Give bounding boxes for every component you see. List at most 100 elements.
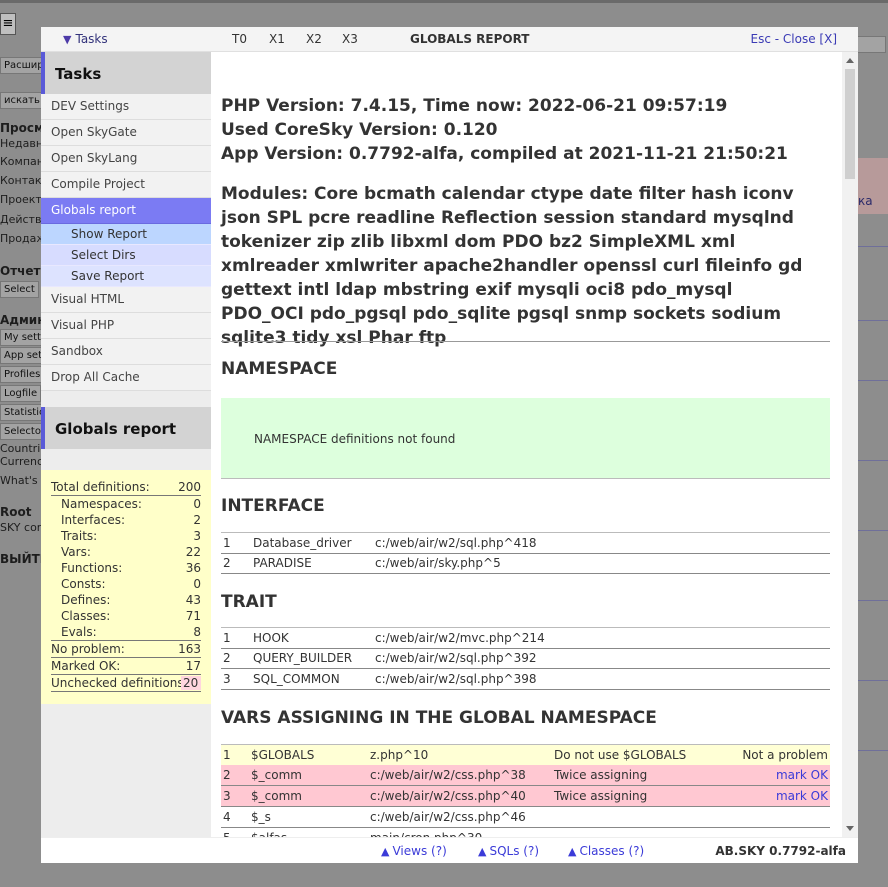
background-menu-item[interactable]: Root [0, 505, 31, 519]
row-number: 3 [223, 672, 231, 686]
background-menu-item[interactable]: Select [0, 281, 39, 298]
row-name: Database_driver [253, 536, 352, 550]
row-file-link[interactable]: c:/web/air/w2/css.php^38 [370, 765, 526, 785]
row-name: PARADISE [253, 556, 312, 570]
row-number: 3 [223, 789, 231, 803]
tasks-toggle[interactable]: ▼ Tasks [63, 27, 108, 52]
table-row: 3 $_comm c:/web/air/w2/css.php^40 Twice ass… [221, 786, 830, 807]
background-menu-item[interactable]: Действ [0, 213, 41, 226]
classes-link-label: Classes (?) [579, 844, 645, 858]
stats-panel: Total definitions: 200 Namespaces: 0 Inter… [41, 470, 211, 704]
row-note: Do not use $GLOBALS [554, 748, 687, 762]
globals-report-heading: Globals report [41, 407, 211, 449]
close-button[interactable]: Esc - Close [X] [751, 27, 837, 52]
row-name: HOOK [253, 631, 289, 645]
sidebar-item-visual-html[interactable]: Visual HTML [41, 287, 211, 313]
row-file-link[interactable]: c:/web/air/w2/css.php^46 [370, 807, 526, 827]
views-link-label: Views (?) [392, 844, 447, 858]
hamburger-icon[interactable]: ≡ [0, 13, 16, 35]
tab-x3[interactable]: X3 [342, 27, 358, 52]
row-name: SQL_COMMON [253, 672, 340, 686]
scrollbar-thumb[interactable] [845, 69, 855, 179]
sqls-link[interactable]: ▲ SQLs (?) [478, 838, 539, 865]
row-status: Not a problem [742, 748, 828, 762]
scroll-up-icon[interactable] [846, 58, 854, 63]
row-file-link[interactable]: c:/web/air/w2/sql.php^398 [375, 669, 537, 689]
background-menu-item[interactable]: Компан [0, 155, 44, 168]
row-file-link[interactable]: c:/web/air/w2/css.php^40 [370, 786, 526, 806]
modules-list: Modules: Core bcmath calendar ctype date… [221, 184, 803, 348]
tab-x1[interactable]: X1 [269, 27, 285, 52]
row-name: QUERY_BUILDER [253, 651, 353, 665]
stat-marked-ok: Marked OK: 17 [51, 659, 201, 675]
table-row: 4 $_s c:/web/air/w2/css.php^46 [221, 807, 830, 828]
row-note: Twice assigning [554, 789, 648, 803]
sidebar-item-drop-all-cache[interactable]: Drop All Cache [41, 365, 211, 391]
table-row: 1 Database_driver c:/web/air/w2/sql.php^41… [221, 532, 830, 554]
row-number: 1 [223, 631, 231, 645]
background-menu-item[interactable]: искать [0, 92, 44, 109]
table-row: 2 PARADISE c:/web/air/sky.php^5 [221, 553, 830, 574]
views-link[interactable]: ▲ Views (?) [381, 838, 447, 865]
sidebar-subitem-select-dirs[interactable]: Select Dirs [41, 245, 211, 266]
row-number: 2 [223, 556, 231, 570]
background-right-link[interactable]: ка [858, 194, 888, 208]
namespace-empty-box: NAMESPACE definitions not found [221, 398, 830, 479]
row-file-link[interactable]: z.php^10 [370, 745, 428, 765]
sidebar-item-open-skygate[interactable]: Open SkyGate [41, 120, 211, 146]
row-file-link[interactable]: c:/web/air/w2/sql.php^392 [375, 648, 537, 668]
row-file-link[interactable]: main/cron.php^30 [370, 828, 482, 837]
row-var-name: $_s [251, 810, 271, 824]
stat-total: Total definitions: 200 [51, 480, 201, 496]
table-row: 5 $alfas main/cron.php^30 [221, 828, 830, 837]
tab-x2[interactable]: X2 [306, 27, 322, 52]
background-menu-item[interactable]: Currenc [0, 455, 43, 468]
row-file-link[interactable]: c:/web/air/w2/mvc.php^214 [375, 628, 545, 648]
classes-link[interactable]: ▲ Classes (?) [568, 838, 644, 865]
interface-heading: INTERFACE [221, 496, 325, 516]
report-content: PHP Version: 7.4.15, Time now: 2022-06-2… [211, 52, 842, 837]
row-file-link[interactable]: c:/web/air/sky.php^5 [375, 553, 501, 573]
sidebar-subitem-show-report[interactable]: Show Report [41, 224, 211, 245]
dialog-footer: ▲ Views (?) ▲ SQLs (?) ▲ Classes (?) AB.SKY… [41, 837, 858, 863]
row-var-name: $_comm [251, 789, 302, 803]
content-scrollbar[interactable] [842, 52, 858, 837]
background-menu-item[interactable]: SKY cor [0, 521, 41, 534]
background-menu-item[interactable]: Profiles [0, 366, 45, 383]
background-menu-item[interactable]: Logfile [0, 385, 42, 402]
row-file-link[interactable]: c:/web/air/w2/sql.php^418 [375, 533, 537, 553]
row-number: 1 [223, 536, 231, 550]
background-top-strip [0, 0, 888, 3]
triangle-up-icon: ▲ [568, 845, 577, 858]
dialog-toolbar: ▼ Tasks T0 X1 X2 X3 GLOBALS REPORT Esc - … [41, 27, 858, 52]
background-menu-item[interactable]: Countrie [0, 442, 47, 455]
triangle-up-icon: ▲ [381, 845, 390, 858]
row-var-name: $GLOBALS [251, 748, 315, 762]
tasks-toggle-label: Tasks [75, 32, 108, 46]
mark-ok-button[interactable]: mark OK [776, 786, 828, 806]
stat-evals: Evals: 8 [51, 625, 201, 641]
trait-heading: TRAIT [221, 592, 277, 612]
scroll-down-icon[interactable] [846, 826, 854, 831]
sidebar-item-dev-settings[interactable]: DEV Settings [41, 94, 211, 120]
triangle-down-icon: ▼ [63, 33, 72, 46]
globals-report-dialog: ▼ Tasks T0 X1 X2 X3 GLOBALS REPORT Esc - … [41, 27, 858, 863]
stat-no-problem: No problem: 163 [51, 642, 201, 658]
sidebar-item-globals-report[interactable]: Globals report [41, 198, 211, 224]
sidebar-item-sandbox[interactable]: Sandbox [41, 339, 211, 365]
sidebar-item-compile-project[interactable]: Compile Project [41, 172, 211, 198]
sidebar-subitem-save-report[interactable]: Save Report [41, 266, 211, 287]
app-version-line: App Version: 0.7792-alfa, compiled at 20… [221, 144, 788, 164]
namespace-heading: NAMESPACE [221, 359, 338, 379]
row-number: 4 [223, 810, 231, 824]
row-var-name: $_comm [251, 768, 302, 782]
sidebar-item-visual-php[interactable]: Visual PHP [41, 313, 211, 339]
sidebar-item-open-skylang[interactable]: Open SkyLang [41, 146, 211, 172]
background-menu-item[interactable]: Продаж [0, 232, 46, 245]
background-menu-item[interactable]: Недавн [0, 137, 43, 150]
tab-t0[interactable]: T0 [232, 27, 247, 52]
triangle-up-icon: ▲ [478, 845, 487, 858]
mark-ok-button[interactable]: mark OK [776, 765, 828, 785]
stat-unchecked: Unchecked definitions: 20 [51, 676, 201, 692]
row-number: 1 [223, 748, 231, 762]
